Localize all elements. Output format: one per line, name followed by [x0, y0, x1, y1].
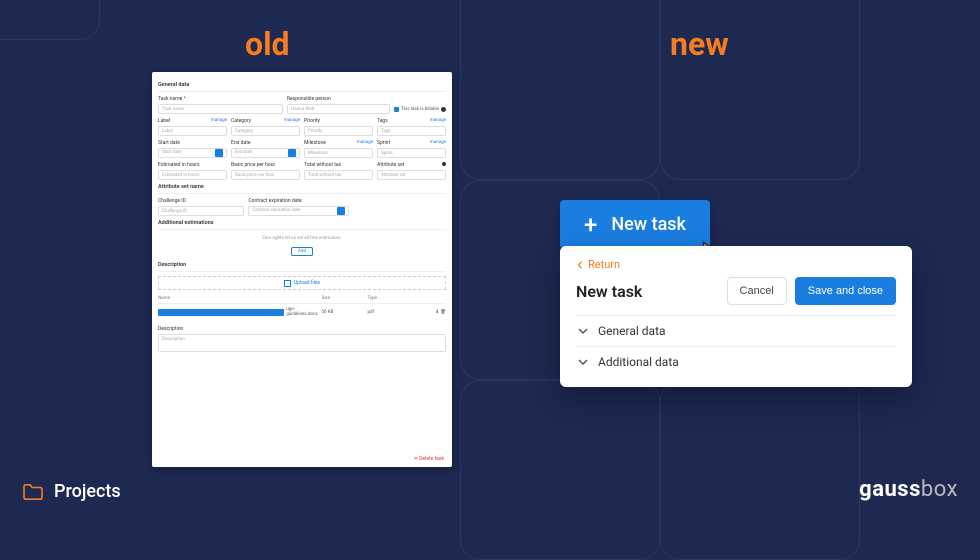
file-icon: [158, 309, 284, 316]
attr-set-input[interactable]: Attribute set: [377, 170, 446, 180]
label-sprint: Sprint: [377, 140, 390, 146]
folder-icon: [22, 483, 44, 501]
section-general: General data: [158, 82, 446, 92]
th-actions: [413, 296, 446, 301]
file-table-header: Name Size Type: [158, 294, 446, 304]
additional-hint: Zero rights let us set all free estimato…: [158, 236, 446, 241]
upload-area[interactable]: Upload files: [158, 276, 446, 290]
bg-tile: [0, 0, 100, 40]
billable-checkbox[interactable]: This task is billable: [394, 107, 446, 112]
return-link[interactable]: Return: [576, 258, 896, 271]
file-type: pdf: [367, 310, 413, 315]
heading-old: old: [245, 25, 290, 63]
file-size: 56 KB: [322, 310, 368, 315]
label-end-date: End date: [231, 140, 251, 146]
basic-price-input[interactable]: Basic price per hour: [231, 170, 300, 180]
priority-input[interactable]: Priority: [304, 126, 373, 136]
bg-tile: [460, 380, 660, 560]
total-input[interactable]: Total without tax: [304, 170, 373, 180]
start-date-input[interactable]: Start date: [158, 148, 227, 158]
contract-exp-input[interactable]: Contract expiration date: [248, 206, 349, 216]
cancel-button[interactable]: Cancel: [727, 277, 787, 305]
label-attr-set: Attribute set: [377, 162, 404, 168]
save-and-close-button[interactable]: Save and close: [795, 277, 896, 305]
label-input[interactable]: Label: [158, 126, 227, 136]
chevron-down-icon: [578, 357, 588, 367]
manage-link[interactable]: manage: [430, 118, 446, 124]
th-size: Size: [322, 296, 368, 301]
th-name: Name: [158, 296, 322, 301]
panel-title: New task: [576, 282, 642, 301]
est-hours-input[interactable]: Estimated in hours: [158, 170, 227, 180]
footer-section-label: Projects: [22, 481, 121, 502]
label-label: Label: [158, 118, 170, 124]
calendar-icon: [337, 207, 345, 215]
manage-link[interactable]: manage: [284, 118, 300, 124]
tags-input[interactable]: Tags: [377, 126, 446, 136]
old-form-panel: General data Task name * Task name Respo…: [152, 72, 452, 467]
section-description: Description: [158, 262, 446, 272]
add-button[interactable]: Add: [291, 247, 313, 256]
label-priority: Priority: [304, 118, 320, 124]
plus-icon: +: [584, 216, 597, 234]
label-category: Category: [231, 118, 251, 124]
category-input[interactable]: Category: [231, 126, 300, 136]
heading-new: new: [670, 25, 729, 63]
section-attr-set: Attribute set name: [158, 184, 446, 194]
manage-link[interactable]: manage: [211, 118, 227, 124]
brand-a: gauss: [859, 477, 921, 502]
footer-left-text: Projects: [54, 481, 121, 502]
checkbox-icon: [394, 107, 399, 112]
label-responsible: Responsible person: [287, 96, 331, 102]
accordion-additional-label: Additional data: [598, 355, 679, 369]
delete-task-link[interactable]: ✕ Delete task: [414, 456, 444, 462]
bg-tile: [460, 0, 660, 180]
chevron-left-icon: [576, 261, 584, 269]
file-actions[interactable]: ⬇ 🗑: [413, 310, 446, 315]
brand-logo: gaussbox: [859, 477, 958, 502]
end-date-input[interactable]: End date: [231, 148, 300, 158]
upload-icon: [284, 280, 291, 287]
billable-label: This task is billable: [401, 107, 439, 112]
manage-link[interactable]: manage: [357, 140, 373, 146]
label-task-name: Task name: [158, 96, 182, 102]
label-description: Description: [158, 326, 183, 332]
brand-b: box: [921, 477, 958, 502]
label-challenge-id: Challenge ID: [158, 198, 186, 204]
file-name: ugo-guidelines.docx: [286, 307, 321, 317]
description-input[interactable]: Description: [158, 334, 446, 352]
milestone-input[interactable]: Milestone: [304, 148, 373, 158]
label-tags: Tags: [377, 118, 388, 124]
info-icon: [441, 107, 446, 112]
new-task-panel: Return New task Cancel Save and close Ge…: [560, 246, 912, 387]
manage-link[interactable]: manage: [430, 140, 446, 146]
chevron-down-icon: [578, 326, 588, 336]
label-start-date: Start date: [158, 140, 180, 146]
accordion-general-label: General data: [598, 324, 666, 338]
accordion-general[interactable]: General data: [576, 315, 896, 346]
return-label: Return: [588, 258, 620, 271]
file-row: ugo-guidelines.docx 56 KB pdf ⬇ 🗑: [158, 304, 446, 320]
section-additional: Additional estimations: [158, 220, 446, 230]
task-name-input[interactable]: Task name: [158, 104, 283, 114]
label-contract-exp: Contract expiration date: [248, 198, 301, 204]
responsible-input[interactable]: Hanna Watt: [287, 104, 390, 114]
label-basic-price: Basic price per hour: [231, 162, 275, 168]
label-est-hours: Estimated in hours: [158, 162, 200, 168]
calendar-icon: [215, 149, 223, 157]
required-mark: *: [184, 96, 186, 102]
new-task-label: New task: [611, 214, 686, 235]
upload-label: Upload files: [294, 280, 320, 286]
label-milestone: Milestone: [304, 140, 326, 146]
sprint-input[interactable]: Sprint: [377, 148, 446, 158]
label-total: Total without tax: [304, 162, 341, 168]
th-type: Type: [367, 296, 413, 301]
challenge-id-input[interactable]: Challenge ID: [158, 206, 244, 216]
accordion-additional[interactable]: Additional data: [576, 346, 896, 377]
info-icon: [442, 162, 446, 166]
bg-tile: [660, 380, 860, 560]
new-task-button[interactable]: + New task: [560, 200, 710, 249]
calendar-icon: [288, 149, 296, 157]
